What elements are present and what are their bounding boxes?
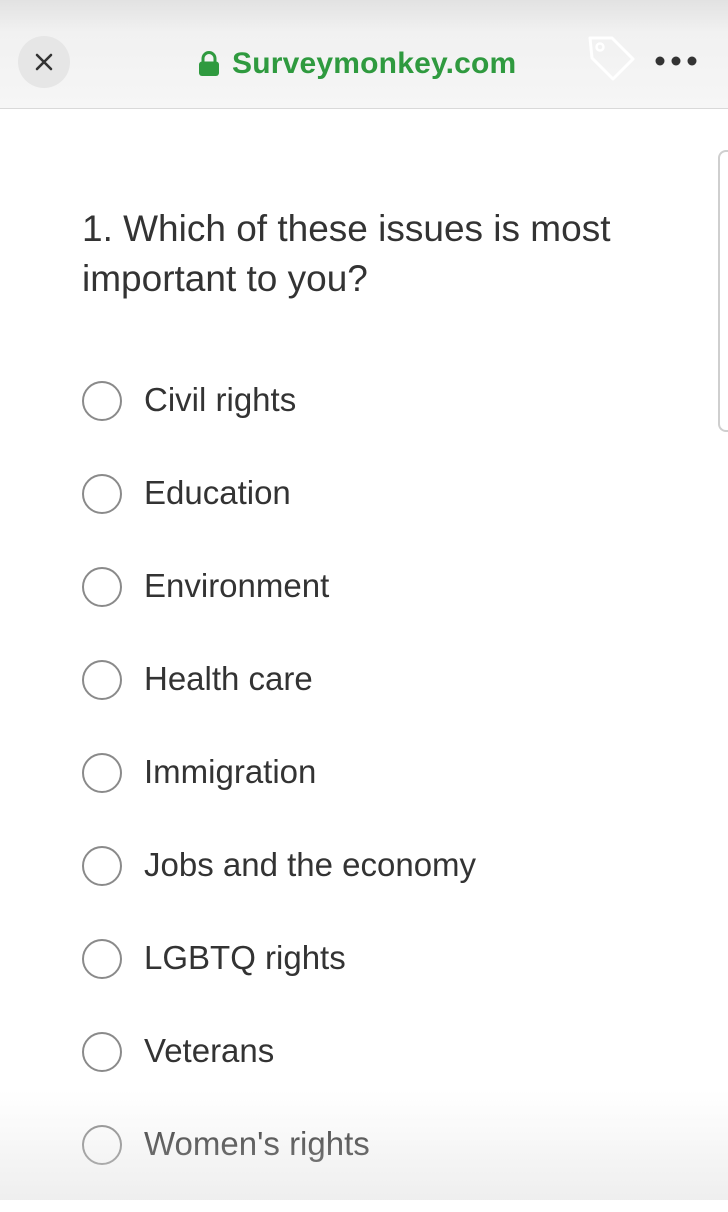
option-label: Jobs and the economy	[144, 846, 477, 883]
tag-icon[interactable]	[584, 32, 638, 82]
radio-button[interactable]	[82, 381, 122, 421]
option-label: Women's rights	[144, 1125, 370, 1162]
option-label: Education	[144, 474, 291, 511]
option-label: LGBTQ rights	[144, 939, 346, 976]
question-title: 1. Which of these issues is most importa…	[82, 208, 611, 299]
url-text: Surveymonkey.com	[232, 47, 517, 80]
option-label: Civil rights	[144, 381, 297, 418]
radio-button[interactable]	[82, 474, 122, 514]
option-civil-rights[interactable]: Civil rights	[82, 375, 476, 468]
option-health-care[interactable]: Health care	[82, 654, 476, 747]
address-bar[interactable]: Surveymonkey.com	[198, 44, 516, 84]
lock-icon	[199, 51, 219, 76]
more-icon[interactable]	[652, 48, 700, 74]
option-label: Environment	[144, 567, 330, 604]
radio-button[interactable]	[82, 753, 122, 793]
close-button[interactable]	[18, 36, 70, 88]
option-immigration[interactable]: Immigration	[82, 747, 476, 840]
option-womens-rights[interactable]: Women's rights	[82, 1119, 476, 1212]
option-environment[interactable]: Environment	[82, 561, 476, 654]
answer-options: Civil rights Education Environment Healt…	[82, 375, 476, 1212]
option-lgbtq-rights[interactable]: LGBTQ rights	[82, 933, 476, 1026]
close-icon	[35, 53, 53, 71]
option-label: Veterans	[144, 1032, 275, 1069]
option-education[interactable]: Education	[82, 468, 476, 561]
radio-button[interactable]	[82, 1032, 122, 1072]
option-veterans[interactable]: Veterans	[82, 1026, 476, 1119]
option-label: Immigration	[144, 753, 317, 790]
radio-button[interactable]	[82, 939, 122, 979]
side-scroll-handle[interactable]	[718, 150, 728, 432]
option-jobs-economy[interactable]: Jobs and the economy	[82, 840, 476, 933]
browser-toolbar: Surveymonkey.com	[0, 0, 728, 109]
option-label: Health care	[144, 660, 313, 697]
radio-button[interactable]	[82, 567, 122, 607]
radio-button[interactable]	[82, 846, 122, 886]
radio-button[interactable]	[82, 1125, 122, 1165]
radio-button[interactable]	[82, 660, 122, 700]
